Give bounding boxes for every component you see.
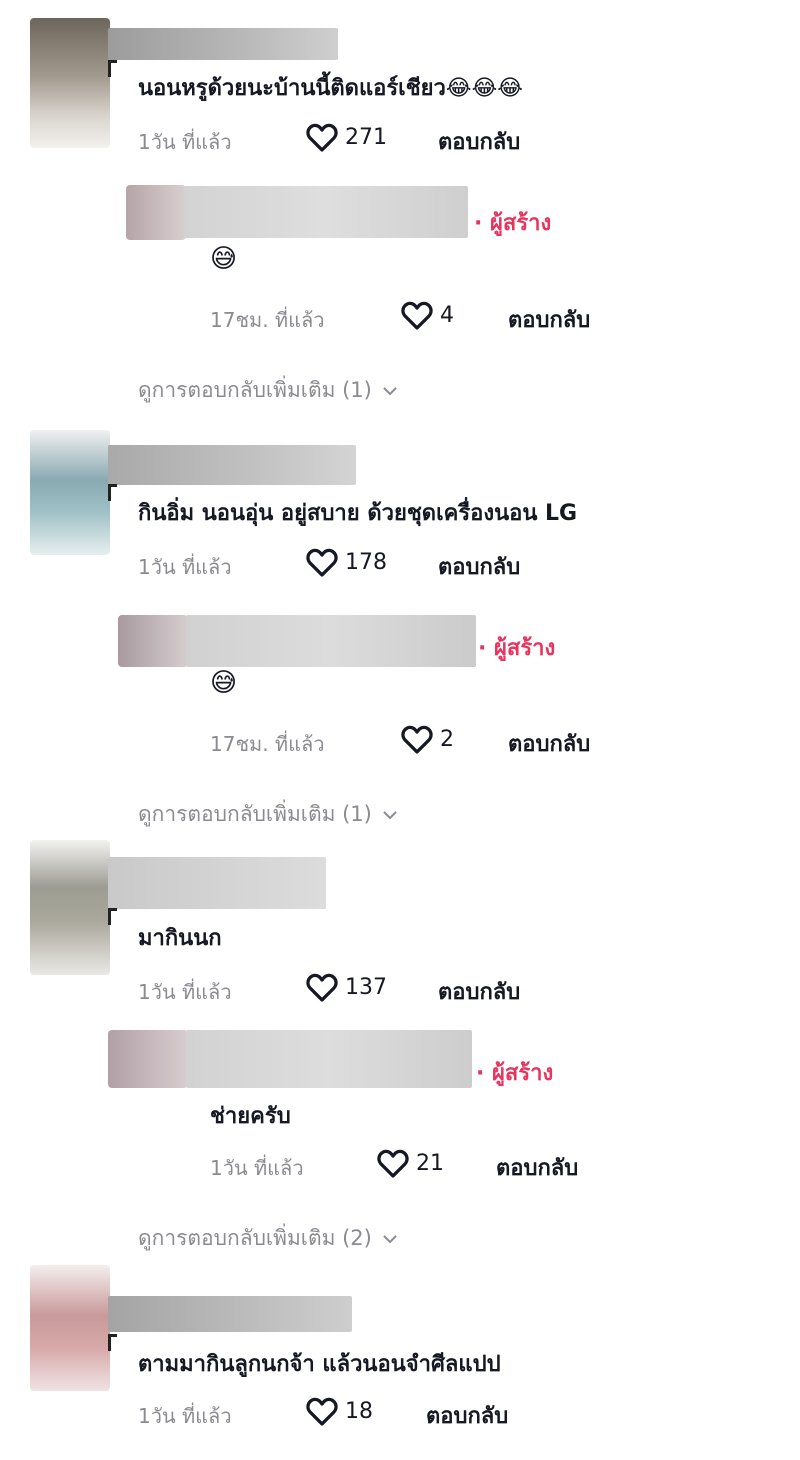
reply-button[interactable]: ตอบกลับ bbox=[496, 1150, 578, 1185]
like-count: 178 bbox=[345, 549, 387, 575]
creator-avatar[interactable] bbox=[108, 1030, 188, 1088]
username-blurred[interactable] bbox=[108, 445, 356, 485]
reply-button[interactable]: ตอบกลับ bbox=[438, 549, 520, 584]
username-blurred[interactable] bbox=[108, 28, 338, 60]
view-more-replies[interactable]: ดูการตอบกลับเพิ่มเติม (2) bbox=[138, 1222, 398, 1255]
comment-text: มากินนก bbox=[138, 926, 222, 951]
like-count: 18 bbox=[345, 1398, 373, 1424]
heart-outline-icon bbox=[401, 725, 433, 754]
avatar[interactable] bbox=[30, 430, 110, 555]
creator-avatar[interactable] bbox=[126, 185, 186, 240]
like-button[interactable]: 18 bbox=[305, 1396, 373, 1426]
reply-button[interactable]: ตอบกลับ bbox=[508, 302, 590, 337]
comment-text: กินอิ่ม นอนอุ่น อยู่สบาย ด้วยชุดเครื่องน… bbox=[138, 501, 578, 526]
reply-like-count: 4 bbox=[440, 302, 454, 328]
divider-corner bbox=[108, 60, 117, 77]
reply-button[interactable]: ตอบกลับ bbox=[438, 974, 520, 1009]
view-more-label: ดูการตอบกลับเพิ่มเติม (2) bbox=[138, 1226, 372, 1250]
heart-outline-icon bbox=[306, 548, 338, 577]
creator-username-blurred[interactable] bbox=[186, 1030, 472, 1088]
view-more-label: ดูการตอบกลับเพิ่มเติม (1) bbox=[138, 802, 372, 826]
heart-outline-icon bbox=[377, 1149, 409, 1178]
reply-like-count: 21 bbox=[416, 1150, 444, 1176]
heart-outline-icon bbox=[401, 301, 433, 330]
like-button[interactable]: 271 bbox=[305, 122, 387, 152]
reply-text: ช่ายครับ bbox=[210, 1104, 291, 1129]
creator-badge: · ผู้สร้าง bbox=[474, 211, 552, 236]
creator-username-blurred[interactable] bbox=[184, 186, 468, 238]
reply-like-button[interactable]: 4 bbox=[400, 300, 454, 330]
creator-badge: · ผู้สร้าง bbox=[478, 636, 556, 661]
reply-button[interactable]: ตอบกลับ bbox=[438, 124, 520, 159]
chevron-down-icon bbox=[383, 386, 397, 395]
username-blurred[interactable] bbox=[108, 857, 326, 909]
divider-corner bbox=[108, 484, 117, 501]
comment-time: 1วัน ที่แล้ว bbox=[138, 555, 232, 579]
avatar[interactable] bbox=[30, 1265, 110, 1391]
divider-corner bbox=[108, 1334, 117, 1351]
comment-text: ตามมากินลูกนกจ้า แล้วนอนจำศีลแปป bbox=[138, 1352, 501, 1377]
like-count: 271 bbox=[345, 124, 387, 150]
reply-text: 😅 bbox=[210, 244, 238, 274]
reply-button[interactable]: ตอบกลับ bbox=[426, 1398, 508, 1433]
like-count: 137 bbox=[345, 974, 387, 1000]
reply-like-count: 2 bbox=[440, 726, 454, 752]
reply-like-button[interactable]: 2 bbox=[400, 724, 454, 754]
like-button[interactable]: 178 bbox=[305, 547, 387, 577]
heart-outline-icon bbox=[306, 123, 338, 152]
creator-badge: · ผู้สร้าง bbox=[476, 1061, 554, 1086]
comment-text: นอนหรูด้วยนะบ้านนี้ติดแอร์เชียว😂😂😂 bbox=[138, 76, 523, 101]
comment-time: 1วัน ที่แล้ว bbox=[138, 1404, 232, 1428]
view-more-replies[interactable]: ดูการตอบกลับเพิ่มเติม (1) bbox=[138, 374, 398, 407]
like-button[interactable]: 137 bbox=[305, 972, 387, 1002]
username-blurred[interactable] bbox=[108, 1296, 352, 1332]
creator-avatar[interactable] bbox=[118, 615, 188, 667]
avatar[interactable] bbox=[30, 840, 110, 975]
heart-outline-icon bbox=[306, 973, 338, 1002]
chevron-down-icon bbox=[383, 810, 397, 819]
creator-username-blurred[interactable] bbox=[186, 615, 476, 667]
reply-time: 17ชม. ที่แล้ว bbox=[210, 308, 325, 332]
reply-button[interactable]: ตอบกลับ bbox=[508, 726, 590, 761]
comment-time: 1วัน ที่แล้ว bbox=[138, 980, 232, 1004]
view-more-replies[interactable]: ดูการตอบกลับเพิ่มเติม (1) bbox=[138, 798, 398, 831]
chevron-down-icon bbox=[383, 1234, 397, 1243]
heart-outline-icon bbox=[306, 1397, 338, 1426]
avatar[interactable] bbox=[30, 18, 110, 148]
divider-corner bbox=[108, 908, 117, 925]
reply-text: 😅 bbox=[210, 668, 238, 698]
reply-time: 1วัน ที่แล้ว bbox=[210, 1156, 304, 1180]
comment-time: 1วัน ที่แล้ว bbox=[138, 130, 232, 154]
view-more-label: ดูการตอบกลับเพิ่มเติม (1) bbox=[138, 378, 372, 402]
reply-like-button[interactable]: 21 bbox=[376, 1148, 444, 1178]
reply-time: 17ชม. ที่แล้ว bbox=[210, 732, 325, 756]
